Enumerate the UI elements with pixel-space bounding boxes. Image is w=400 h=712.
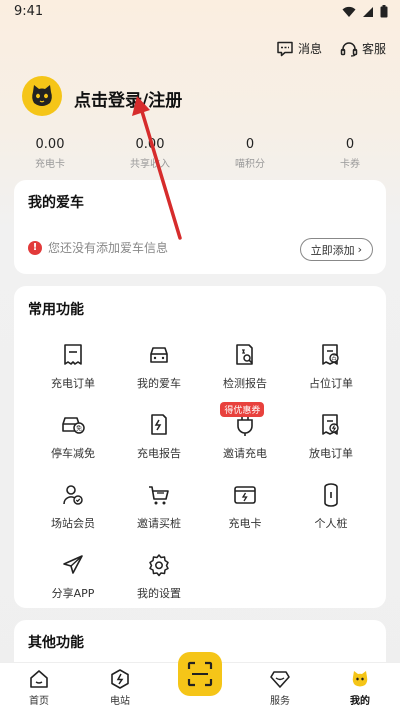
add-car-label: 立即添加	[310, 243, 355, 257]
stat-value: 0.00	[35, 137, 65, 152]
grid-item-discharge-orders[interactable]: 放电订单	[288, 412, 374, 461]
nav-home[interactable]: 首页	[9, 669, 69, 707]
grid-label: 检测报告	[223, 377, 267, 390]
cart-icon	[146, 482, 172, 508]
svg-text:免: 免	[76, 424, 82, 432]
member-icon	[60, 482, 86, 508]
wifi-icon	[342, 6, 356, 17]
signal-icon	[363, 6, 373, 17]
nav-mine[interactable]: 我的	[330, 669, 390, 707]
my-car-card: 我的爱车 ! 您还没有添加爱车信息 立即添加 ›	[14, 180, 386, 274]
car-icon	[146, 342, 172, 368]
stat-label: 卡券	[340, 159, 360, 170]
grid-label: 场站会员	[51, 517, 95, 530]
stat-shared-income[interactable]: 0.00 共享收入	[100, 136, 200, 170]
report-search-icon	[232, 342, 258, 368]
customer-service-button[interactable]: 客服	[340, 40, 386, 57]
stat-label: 共享收入	[130, 159, 170, 170]
grid-label: 分享APP	[51, 587, 95, 600]
svg-text:占: 占	[331, 354, 337, 362]
common-functions-title: 常用功能	[28, 302, 84, 318]
parking-discount-icon: 免	[60, 412, 86, 438]
other-functions-title: 其他功能	[28, 635, 84, 651]
stats-row: 0.00 充电卡 0.00 共享收入 0 喵积分 0 卡券	[0, 136, 400, 170]
nav-mine-label: 我的	[350, 696, 370, 707]
stat-value: 0	[345, 137, 355, 152]
charge-report-icon	[146, 412, 172, 438]
card-icon	[232, 482, 258, 508]
chevron-right-icon: ›	[357, 243, 362, 256]
grid-item-parking-orders[interactable]: 占 占位订单	[288, 342, 374, 391]
stat-points[interactable]: 0 喵积分	[200, 136, 300, 170]
common-functions-card: 常用功能 充电订单 我的爱车 检测报告 占 占位订单 免 停车减免 充电报告 得…	[14, 286, 386, 608]
headset-icon	[340, 41, 358, 57]
grid-item-charge-card[interactable]: 充电卡	[202, 482, 288, 531]
grid-item-station-member[interactable]: 场站会员	[30, 482, 116, 531]
service-label: 客服	[361, 42, 386, 56]
warning-icon: !	[28, 240, 42, 255]
grid-label: 邀请买桩	[137, 517, 181, 530]
grid-label: 充电订单	[51, 377, 95, 390]
message-icon	[277, 41, 293, 56]
messages-label: 消息	[297, 42, 322, 56]
car-empty-text: 您还没有添加爱车信息	[48, 241, 169, 255]
nav-station[interactable]: 电站	[90, 669, 150, 707]
stat-charge-card[interactable]: 0.00 充电卡	[0, 136, 100, 170]
settings-icon	[146, 552, 172, 578]
grid-item-my-settings[interactable]: 我的设置	[116, 552, 202, 601]
stat-value: 0	[245, 137, 255, 152]
grid-item-my-car[interactable]: 我的爱车	[116, 342, 202, 391]
mine-cat-icon	[352, 671, 368, 687]
grid-item-charge-report[interactable]: 充电报告	[116, 412, 202, 461]
grid-item-parking-discount[interactable]: 免 停车减免	[30, 412, 116, 461]
grid-label: 放电订单	[309, 447, 353, 460]
messages-button[interactable]: 消息	[276, 40, 322, 57]
parking-order-icon: 占	[318, 342, 344, 368]
stat-value: 0.00	[135, 137, 165, 152]
status-bar: 9:41	[0, 0, 400, 24]
battery-icon	[380, 5, 388, 18]
stat-coupons[interactable]: 0 卡券	[300, 136, 400, 170]
cat-avatar-icon	[32, 85, 52, 106]
grid-label: 充电卡	[228, 517, 262, 530]
grid-label: 充电报告	[137, 447, 181, 460]
charger-icon	[318, 482, 344, 508]
grid-item-charge-orders[interactable]: 充电订单	[30, 342, 116, 391]
my-car-title: 我的爱车	[28, 195, 84, 211]
grid-label: 个人桩	[314, 517, 348, 530]
scan-button[interactable]	[178, 652, 222, 696]
grid-label: 邀请充电	[223, 447, 267, 460]
status-time: 9:41	[14, 4, 44, 19]
stat-label: 喵积分	[235, 159, 265, 170]
top-actions: 消息 客服	[276, 40, 386, 57]
stat-label: 充电卡	[35, 159, 65, 170]
station-icon	[111, 669, 129, 689]
grid-label: 停车减免	[51, 447, 95, 460]
diamond-icon	[270, 671, 290, 688]
status-icons	[342, 5, 388, 18]
nav-service[interactable]: 服务	[250, 669, 310, 707]
order-icon	[60, 342, 86, 368]
grid-item-invite-charging[interactable]: 得优惠券 邀请充电	[202, 402, 288, 461]
nav-service-label: 服务	[270, 696, 290, 707]
home-icon	[30, 670, 48, 688]
promo-badge: 得优惠券	[220, 402, 265, 417]
scan-icon	[187, 661, 213, 687]
share-icon	[60, 552, 86, 578]
grid-item-inspection-report[interactable]: 检测报告	[202, 342, 288, 391]
login-register-link[interactable]: 点击登录/注册	[74, 86, 182, 111]
grid-label: 我的设置	[137, 587, 181, 600]
discharge-order-icon	[318, 412, 344, 438]
grid-item-invite-buy-charger[interactable]: 邀请买桩	[116, 482, 202, 531]
avatar[interactable]	[22, 76, 62, 116]
grid-label: 我的爱车	[137, 377, 181, 390]
grid-label: 占位订单	[309, 377, 353, 390]
grid-item-personal-charger[interactable]: 个人桩	[288, 482, 374, 531]
nav-station-label: 电站	[110, 696, 130, 707]
nav-home-label: 首页	[29, 696, 49, 707]
grid-item-share-app[interactable]: 分享APP	[30, 552, 116, 601]
add-car-button[interactable]: 立即添加 ›	[299, 238, 373, 261]
car-empty-notice: ! 您还没有添加爱车信息	[28, 239, 168, 256]
